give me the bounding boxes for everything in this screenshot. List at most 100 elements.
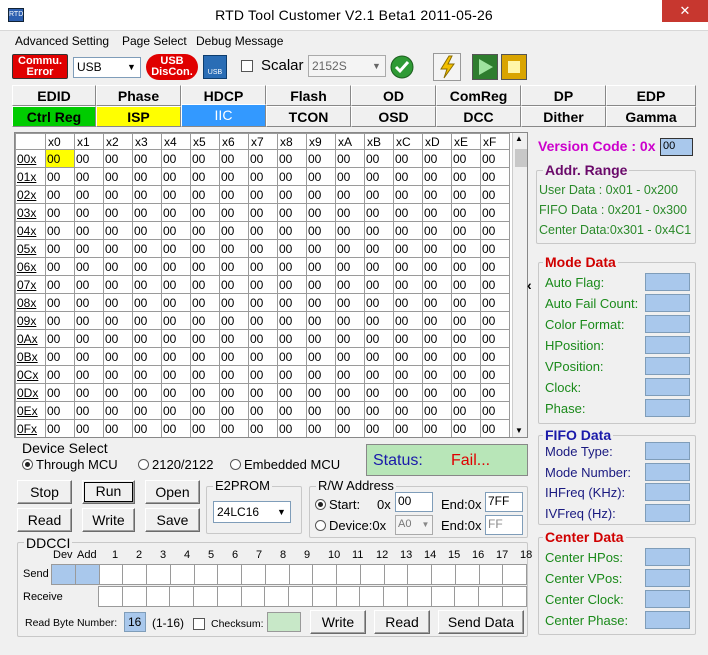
hex-cell[interactable]: 00 [132, 185, 162, 204]
hex-cell[interactable]: 00 [45, 257, 75, 276]
hex-cell[interactable]: 00 [451, 203, 481, 222]
menu-advanced-setting[interactable]: Advanced Setting [15, 34, 109, 48]
save-button[interactable]: Save [145, 508, 200, 532]
hex-cell[interactable]: 00 [335, 257, 365, 276]
hex-cell[interactable]: 00 [219, 167, 249, 186]
hex-cell[interactable]: 00 [480, 293, 510, 312]
hex-cell[interactable]: 00 [306, 329, 336, 348]
hex-cell[interactable]: 00 [45, 149, 75, 168]
hex-cell[interactable]: 00 [74, 185, 104, 204]
hex-cell[interactable]: 00 [277, 311, 307, 330]
hex-cell[interactable]: 00 [393, 365, 423, 384]
hex-cell[interactable]: 00 [161, 167, 191, 186]
tab-edp[interactable]: EDP [606, 85, 696, 106]
hex-cell[interactable]: 00 [422, 347, 452, 366]
hex-cell[interactable]: 00 [306, 311, 336, 330]
hex-cell[interactable]: 00 [422, 203, 452, 222]
hex-cell[interactable]: 00 [74, 257, 104, 276]
hex-cell[interactable]: 00 [422, 311, 452, 330]
hex-cell[interactable]: 00 [103, 203, 133, 222]
radio-2120-2122[interactable]: 2120/2122 [138, 457, 213, 472]
close-button[interactable]: ✕ [662, 0, 708, 22]
hex-cell[interactable]: 00 [422, 365, 452, 384]
stop-icon[interactable] [501, 54, 527, 80]
hex-cell[interactable]: 00 [451, 257, 481, 276]
send-byte-cell[interactable] [122, 564, 147, 585]
ddcci-write-button[interactable]: Write [310, 610, 366, 634]
hex-cell[interactable]: 00 [248, 311, 278, 330]
hex-cell[interactable]: 00 [451, 221, 481, 240]
hex-cell[interactable]: 00 [132, 239, 162, 258]
hex-cell[interactable]: 00 [103, 185, 133, 204]
hex-cell[interactable]: 00 [480, 167, 510, 186]
radio-indicator[interactable] [315, 499, 326, 510]
hex-cell[interactable]: 00 [132, 419, 162, 437]
hex-cell[interactable]: 00 [422, 293, 452, 312]
hex-cell[interactable]: 00 [103, 365, 133, 384]
hex-cell[interactable]: 00 [422, 329, 452, 348]
hex-cell[interactable]: 00 [161, 185, 191, 204]
send-byte-cell[interactable] [454, 564, 480, 585]
menu-page-select[interactable]: Page Select [122, 34, 187, 48]
hex-cell[interactable]: 00 [190, 203, 220, 222]
hex-cell[interactable]: 00 [219, 293, 249, 312]
hex-cell[interactable]: 00 [219, 185, 249, 204]
hex-cell[interactable]: 00 [190, 167, 220, 186]
hex-cell[interactable]: 00 [45, 311, 75, 330]
hex-cell[interactable]: 00 [248, 383, 278, 402]
hex-cell[interactable]: 00 [306, 221, 336, 240]
tab-iic[interactable]: IIC [181, 104, 266, 127]
hex-cell[interactable]: 00 [45, 401, 75, 420]
send-byte-cell[interactable] [312, 564, 337, 585]
hex-cell[interactable]: 00 [248, 365, 278, 384]
write-button[interactable]: Write [82, 508, 135, 532]
tab-gamma[interactable]: Gamma [606, 106, 696, 127]
send-data-button[interactable]: Send Data [438, 610, 524, 634]
hex-cell[interactable]: 00 [480, 149, 510, 168]
send-byte-cell[interactable] [241, 564, 266, 585]
hex-cell[interactable]: 00 [103, 329, 133, 348]
hex-cell[interactable]: 00 [364, 401, 394, 420]
hex-cell[interactable]: 00 [480, 383, 510, 402]
hex-cell[interactable]: 00 [74, 419, 104, 437]
hex-cell[interactable]: 00 [306, 257, 336, 276]
confirm-icon[interactable] [389, 54, 415, 80]
hex-cell[interactable]: 00 [393, 149, 423, 168]
hex-cell[interactable]: 00 [132, 311, 162, 330]
hex-cell[interactable]: 00 [45, 221, 75, 240]
hex-cell[interactable]: 00 [161, 329, 191, 348]
start-address-input[interactable]: 00 [395, 492, 433, 512]
hex-cell[interactable]: 00 [74, 203, 104, 222]
hex-cell[interactable]: 00 [45, 203, 75, 222]
tab-comreg[interactable]: ComReg [436, 85, 521, 106]
hex-cell[interactable]: 00 [190, 383, 220, 402]
hex-cell[interactable]: 00 [74, 293, 104, 312]
hex-cell[interactable]: 00 [277, 329, 307, 348]
hex-cell[interactable]: 00 [248, 401, 278, 420]
device-address-select[interactable]: A0 ▼ [395, 515, 433, 535]
hex-cell[interactable]: 00 [132, 329, 162, 348]
hex-cell[interactable]: 00 [74, 275, 104, 294]
hex-cell[interactable]: 00 [103, 167, 133, 186]
radio-through-mcu[interactable]: Through MCU [22, 457, 118, 472]
hex-cell[interactable]: 00 [190, 185, 220, 204]
tab-flash[interactable]: Flash [266, 85, 351, 106]
hex-cell[interactable]: 00 [277, 275, 307, 294]
hex-cell[interactable]: 00 [132, 221, 162, 240]
hex-cell[interactable]: 00 [219, 221, 249, 240]
hex-cell[interactable]: 00 [248, 347, 278, 366]
hex-cell[interactable]: 00 [103, 239, 133, 258]
hex-cell[interactable]: 00 [393, 257, 423, 276]
hex-cell[interactable]: 00 [103, 149, 133, 168]
hex-cell[interactable]: 00 [219, 311, 249, 330]
hex-cell[interactable]: 00 [277, 257, 307, 276]
hex-cell[interactable]: 00 [306, 149, 336, 168]
hex-cell[interactable]: 00 [132, 293, 162, 312]
tab-hdcp[interactable]: HDCP [181, 85, 266, 106]
hex-cell[interactable]: 00 [103, 293, 133, 312]
hex-cell[interactable]: 00 [393, 185, 423, 204]
hex-cell[interactable]: 00 [393, 347, 423, 366]
hex-cell[interactable]: 00 [248, 293, 278, 312]
hex-cell[interactable]: 00 [480, 239, 510, 258]
hex-cell[interactable]: 00 [393, 221, 423, 240]
